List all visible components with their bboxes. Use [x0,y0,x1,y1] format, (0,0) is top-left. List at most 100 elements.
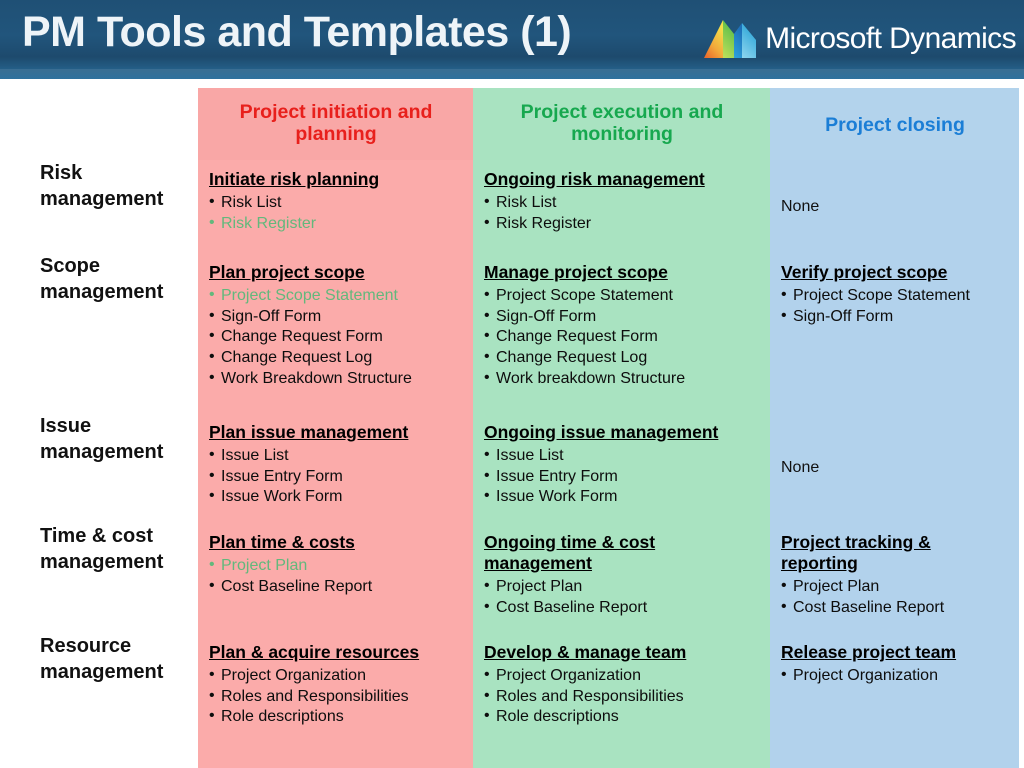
cell-initiation-1: Initiate risk planning Risk ListRisk Regi… [198,160,473,253]
list-item: Project Scope Statement [781,285,1009,307]
list-item: Risk List [209,192,463,214]
cell-content: Project tracking & reportingProject Plan… [770,523,1019,633]
cell-content: Ongoing time & cost managementProject Pl… [473,523,770,633]
cell-content: Plan project scope Project Scope Statemen… [198,253,473,413]
row-label-text: Resource management [40,635,164,683]
list-item: Issue List [209,445,463,467]
cell-title-wrap: Plan time & costs [209,532,463,553]
cell-title-wrap: Develop & manage team [484,642,760,663]
cell-bullet-list: Issue ListIssue Entry FormIssue Work For… [209,445,463,508]
list-item: Role descriptions [209,706,463,728]
table-row: Resource management Plan & acquire resour… [28,633,1019,768]
cell-title-wrap: Plan issue management [209,422,463,443]
cell-title-wrap: Project tracking & reporting [781,532,1009,574]
cell-bullet-list: Risk ListRisk Register [484,192,760,234]
column-header-closing-label: Project closing [825,114,965,136]
list-item: Issue List [484,445,760,467]
cell-title-wrap: Verify project scope [781,262,1009,283]
cell-content: Manage project scope Project Scope Statem… [473,253,770,413]
cell-title: Plan project scope [209,262,365,282]
cell-title-wrap: Ongoing risk management [484,169,760,190]
list-item: Cost Baseline Report [484,597,760,619]
cell-content: None [770,160,1019,253]
column-header-execution-label: Project execution and monitoring [520,101,724,146]
cell-title-wrap: Initiate risk planning [209,169,463,190]
cell-title: Project tracking & reporting [781,532,931,573]
cell-closing-2: Verify project scope Project Scope Statem… [770,253,1019,413]
row-label-4: Time & cost management [28,523,198,633]
list-item: Change Request Log [209,347,463,369]
list-item: Issue Work Form [209,486,463,508]
list-item: Issue Entry Form [209,466,463,488]
cell-title: Develop & manage team [484,642,687,662]
cell-bullet-list: Project Organization [781,665,1009,687]
table-row: Time & cost management Plan time & costs P… [28,523,1019,633]
cell-title-wrap: Plan & acquire resources [209,642,463,663]
cell-initiation-3: Plan issue management Issue ListIssue Ent… [198,413,473,523]
cell-bullet-list: Project OrganizationRoles and Responsibi… [484,665,760,728]
table-row: Risk management Initiate risk planning Ris… [28,160,1019,253]
cell-title: Ongoing issue management [484,422,719,442]
list-item: Project Organization [209,665,463,687]
list-item: Issue Entry Form [484,466,760,488]
list-item: Project Scope Statement [484,285,760,307]
microsoft-dynamics-logo-icon [701,14,763,64]
cell-initiation-2: Plan project scope Project Scope Statemen… [198,253,473,413]
list-item: Roles and Responsibilities [209,686,463,708]
cell-title: Ongoing time & cost management [484,532,656,573]
cell-initiation-5: Plan & acquire resources Project Organiza… [198,633,473,768]
cell-title: Ongoing risk management [484,169,705,189]
table-row: Scope management Plan project scope Projec… [28,253,1019,413]
matrix-body: Risk management Initiate risk planning Ris… [28,160,1019,768]
cell-title: Plan issue management [209,422,409,442]
cell-execution-3: Ongoing issue management Issue ListIssue … [473,413,770,523]
cell-initiation-4: Plan time & costs Project PlanCost Baseli… [198,523,473,633]
cell-bullet-list: Project Scope StatementSign-Off FormChan… [484,285,760,390]
list-item: Project Plan [209,555,463,577]
cell-content: Ongoing risk management Risk ListRisk Reg… [473,160,770,253]
cell-closing-4: Project tracking & reportingProject Plan… [770,523,1019,633]
cell-title-wrap: Manage project scope [484,262,760,283]
row-label-text: Risk management [40,162,164,210]
cell-title-wrap: Ongoing time & cost management [484,532,760,574]
cell-content: Plan & acquire resources Project Organiza… [198,633,473,768]
cell-content: Ongoing issue management Issue ListIssue … [473,413,770,523]
list-item: Project Organization [781,665,1009,687]
row-label-3: Issue management [28,413,198,523]
cell-bullet-list: Project PlanCost Baseline Report [781,576,1009,618]
cell-content: Verify project scope Project Scope Statem… [770,253,1019,413]
list-item: Sign-Off Form [209,306,463,328]
cell-none-label: None [781,459,820,476]
cell-bullet-list: Issue ListIssue Entry FormIssue Work For… [484,445,760,508]
cell-closing-3: None [770,413,1019,523]
cell-title: Plan time & costs [209,532,355,552]
cell-bullet-list: Project Scope StatementSign-Off FormChan… [209,285,463,390]
brand-logo-text: Microsoft Dynamics [765,22,1017,55]
cell-execution-1: Ongoing risk management Risk ListRisk Reg… [473,160,770,253]
list-item: Roles and Responsibilities [484,686,760,708]
row-label-1: Risk management [28,160,198,253]
cell-title-wrap: Ongoing issue management [484,422,760,443]
row-label-text: Issue management [40,415,164,463]
matrix-corner-cell [28,88,198,160]
list-item: Work Breakdown Structure [209,368,463,390]
cell-content: Initiate risk planning Risk ListRisk Regi… [198,160,473,253]
cell-execution-4: Ongoing time & cost managementProject Pl… [473,523,770,633]
cell-content: Develop & manage team Project Organizatio… [473,633,770,768]
list-item: Project Plan [781,576,1009,598]
list-item: Sign-Off Form [484,306,760,328]
table-header-row: Project initiation and planning Project … [28,88,1019,160]
cell-title: Release project team [781,642,957,662]
cell-none-label: None [781,197,820,215]
cell-execution-2: Manage project scope Project Scope Statem… [473,253,770,413]
cell-closing-5: Release project team Project Organization [770,633,1019,768]
cell-content: Release project team Project Organization [770,633,1019,768]
list-item: Change Request Form [484,326,760,348]
list-item: Risk Register [209,213,463,235]
cell-bullet-list: Risk ListRisk Register [209,192,463,235]
column-header-closing: Project closing [770,88,1019,160]
title-banner: PM Tools and Templates (1) Microsoft Dyn… [0,0,1024,79]
cell-title: Manage project scope [484,262,668,282]
cell-content: None [770,413,1019,523]
row-label-2: Scope management [28,253,198,413]
